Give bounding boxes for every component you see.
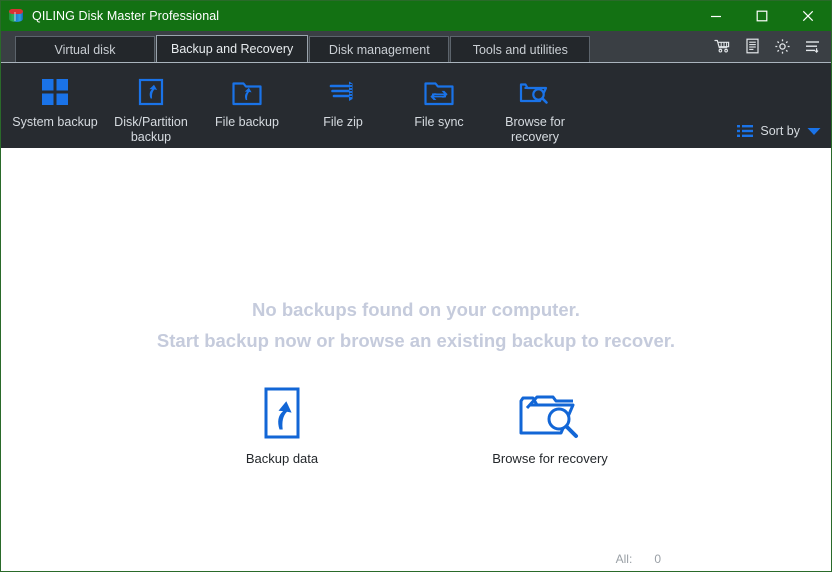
action-label: Backup data bbox=[245, 451, 319, 466]
empty-state-actions: Backup data Browse for recovery bbox=[207, 386, 625, 466]
tab-label: Disk management bbox=[328, 42, 430, 57]
action-backup-data[interactable]: Backup data bbox=[207, 386, 357, 466]
action-browse-for-recovery[interactable]: Browse for recovery bbox=[475, 386, 625, 466]
tab-label: Virtual disk bbox=[54, 42, 116, 57]
toolbar-item-label: File sync bbox=[414, 115, 464, 129]
main-toolbar: System backup Disk/Partition backup File… bbox=[1, 62, 831, 148]
tab-backup-and-recovery[interactable]: Backup and Recovery bbox=[156, 35, 309, 62]
maximize-button[interactable] bbox=[739, 1, 785, 31]
windows-squares-icon bbox=[40, 75, 70, 109]
minimize-button[interactable] bbox=[693, 1, 739, 31]
tab-virtual-disk[interactable]: Virtual disk bbox=[15, 36, 155, 62]
menu-button[interactable] bbox=[799, 34, 825, 58]
close-icon bbox=[802, 10, 814, 22]
menu-list-icon bbox=[805, 40, 819, 53]
empty-state-line-1: No backups found on your computer. bbox=[252, 299, 580, 320]
toolbar-item-label: Browse for recovery bbox=[505, 115, 565, 144]
empty-state-line-2: Start backup now or browse an existing b… bbox=[156, 330, 676, 351]
shopping-cart-icon bbox=[713, 39, 729, 53]
folder-arrow-icon bbox=[231, 75, 263, 109]
tab-bar: Virtual disk Backup and Recovery Disk ma… bbox=[1, 31, 831, 62]
toolbar-item-disk-partition-backup[interactable]: Disk/Partition backup bbox=[103, 71, 199, 145]
tab-label: Backup and Recovery bbox=[171, 42, 294, 56]
status-all-label: All: bbox=[615, 552, 633, 566]
toolbar-items: System backup Disk/Partition backup File… bbox=[1, 63, 583, 145]
toolbar-item-label: System backup bbox=[12, 115, 98, 129]
sort-list-icon bbox=[737, 125, 754, 137]
empty-state-message: No backups found on your computer. Start… bbox=[157, 294, 675, 356]
window-title: QILING Disk Master Professional bbox=[32, 9, 220, 23]
disk-cylinder-icon bbox=[8, 8, 24, 24]
folder-search-icon bbox=[518, 75, 552, 109]
tab-disk-management[interactable]: Disk management bbox=[309, 36, 450, 62]
tabbar-icon-group bbox=[709, 34, 825, 58]
minimize-icon bbox=[711, 15, 721, 18]
tab-tools-and-utilities[interactable]: Tools and utilities bbox=[450, 36, 591, 62]
toolbar-item-label: Disk/Partition backup bbox=[114, 115, 188, 144]
chevron-down-icon bbox=[807, 127, 821, 135]
toolbar-item-system-backup[interactable]: System backup bbox=[7, 71, 103, 130]
sort-by-label: Sort by bbox=[760, 124, 800, 138]
status-bar: All: 0 bbox=[1, 547, 831, 571]
log-document-icon bbox=[745, 38, 759, 54]
shopping-cart-button[interactable] bbox=[709, 34, 735, 58]
toolbar-item-browse-for-recovery[interactable]: Browse for recovery bbox=[487, 71, 583, 145]
close-button[interactable] bbox=[785, 1, 831, 31]
disk-arrow-icon bbox=[136, 75, 166, 109]
folder-sync-icon bbox=[423, 75, 455, 109]
zip-stack-icon bbox=[327, 75, 359, 109]
folder-search-large-icon bbox=[517, 386, 583, 442]
settings-button[interactable] bbox=[769, 34, 795, 58]
app-window: QILING Disk Master Professional Virtual … bbox=[0, 0, 832, 572]
toolbar-item-label: File zip bbox=[323, 115, 363, 129]
gear-icon bbox=[774, 38, 790, 54]
window-controls bbox=[693, 1, 831, 31]
toolbar-item-label: File backup bbox=[215, 115, 279, 129]
maximize-icon bbox=[756, 10, 768, 22]
toolbar-item-file-zip[interactable]: File zip bbox=[295, 71, 391, 130]
main-content: No backups found on your computer. Start… bbox=[1, 148, 831, 571]
document-up-arrow-icon bbox=[259, 386, 305, 442]
log-document-button[interactable] bbox=[739, 34, 765, 58]
title-bar: QILING Disk Master Professional bbox=[1, 1, 831, 31]
toolbar-item-file-sync[interactable]: File sync bbox=[391, 71, 487, 130]
toolbar-item-file-backup[interactable]: File backup bbox=[199, 71, 295, 130]
action-label: Browse for recovery bbox=[492, 451, 608, 466]
status-all-count: 0 bbox=[654, 552, 661, 566]
tab-label: Tools and utilities bbox=[472, 42, 568, 57]
sort-by-control[interactable]: Sort by bbox=[737, 124, 821, 138]
